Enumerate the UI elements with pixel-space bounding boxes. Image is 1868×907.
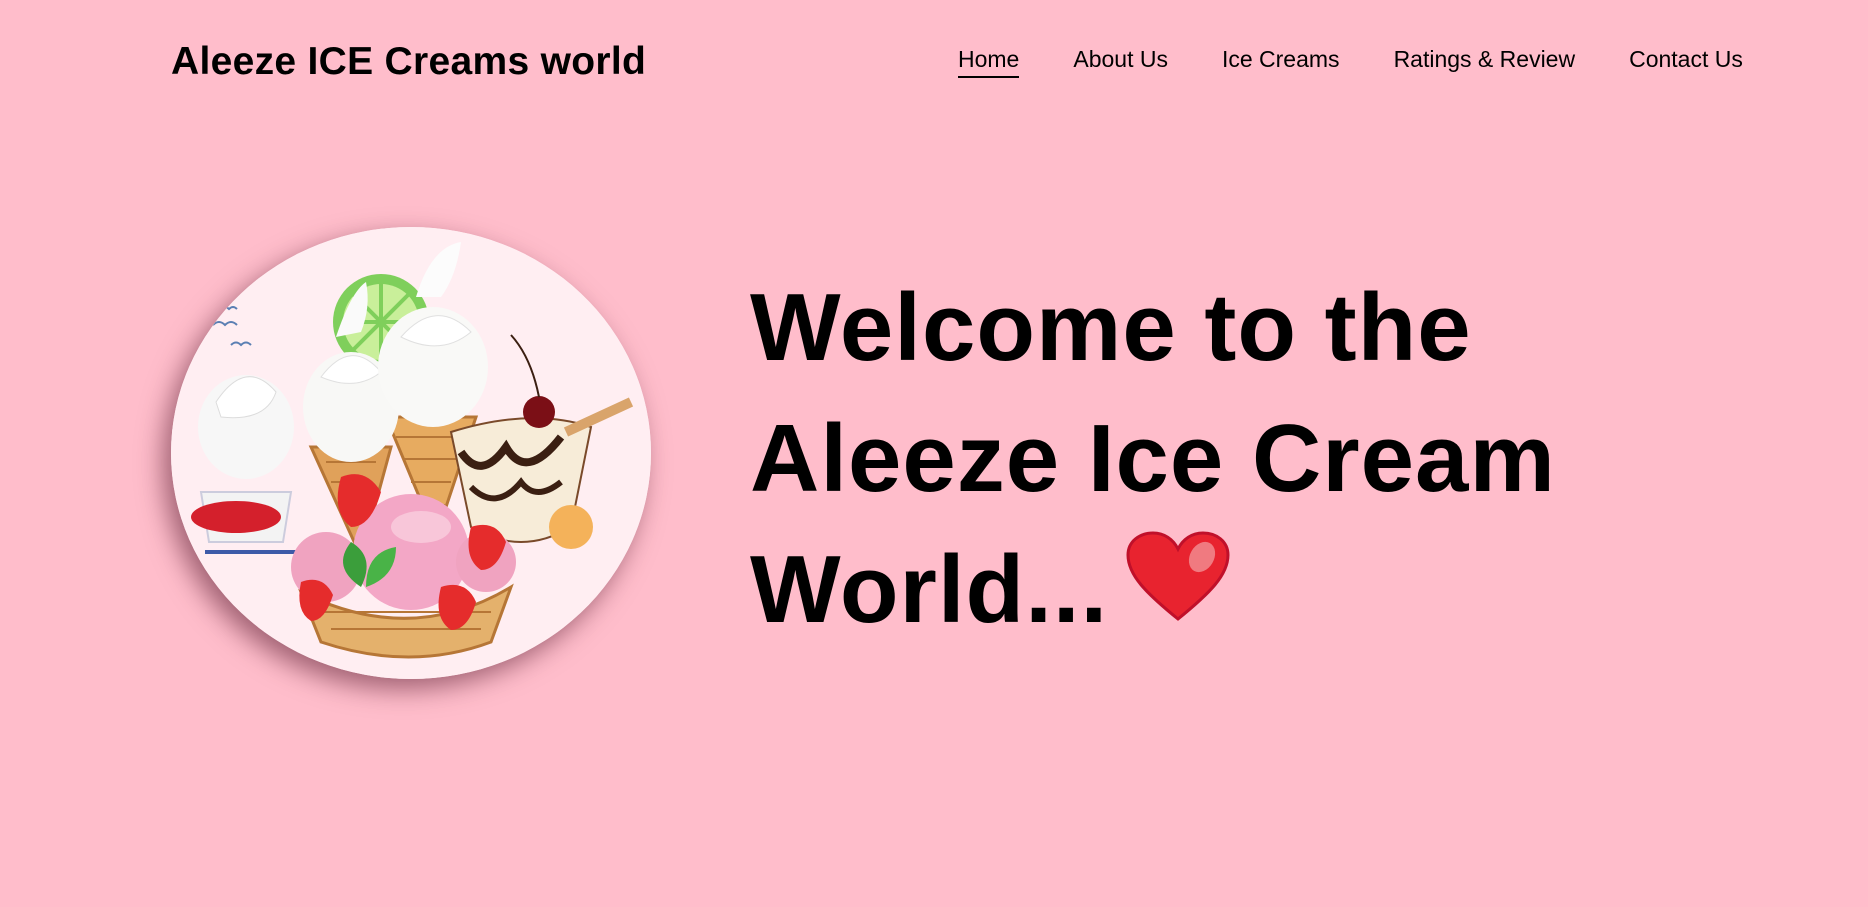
main-nav: Home About Us Ice Creams Ratings & Revie… bbox=[958, 46, 1743, 78]
nav-contact-us[interactable]: Contact Us bbox=[1629, 46, 1743, 78]
nav-ice-creams[interactable]: Ice Creams bbox=[1222, 46, 1340, 78]
ice-cream-collage-image bbox=[171, 227, 651, 679]
nav-home[interactable]: Home bbox=[958, 46, 1020, 78]
hero-title-line-3: World... bbox=[750, 536, 1109, 643]
page: Aleeze ICE Creams world Home About Us Ic… bbox=[0, 0, 1868, 907]
hero-title: Welcome to the Aleeze Ice Cream World... bbox=[750, 262, 1750, 662]
nav-ratings-review[interactable]: Ratings & Review bbox=[1394, 46, 1576, 78]
hero-title-line-2: Aleeze Ice Cream bbox=[750, 405, 1556, 512]
hero-ice-cream-image bbox=[171, 227, 651, 679]
red-heart-icon bbox=[1126, 523, 1230, 654]
hero-title-line-1: Welcome to the bbox=[750, 274, 1472, 381]
site-brand[interactable]: Aleeze ICE Creams world bbox=[171, 40, 646, 84]
nav-about-us[interactable]: About Us bbox=[1073, 46, 1168, 78]
